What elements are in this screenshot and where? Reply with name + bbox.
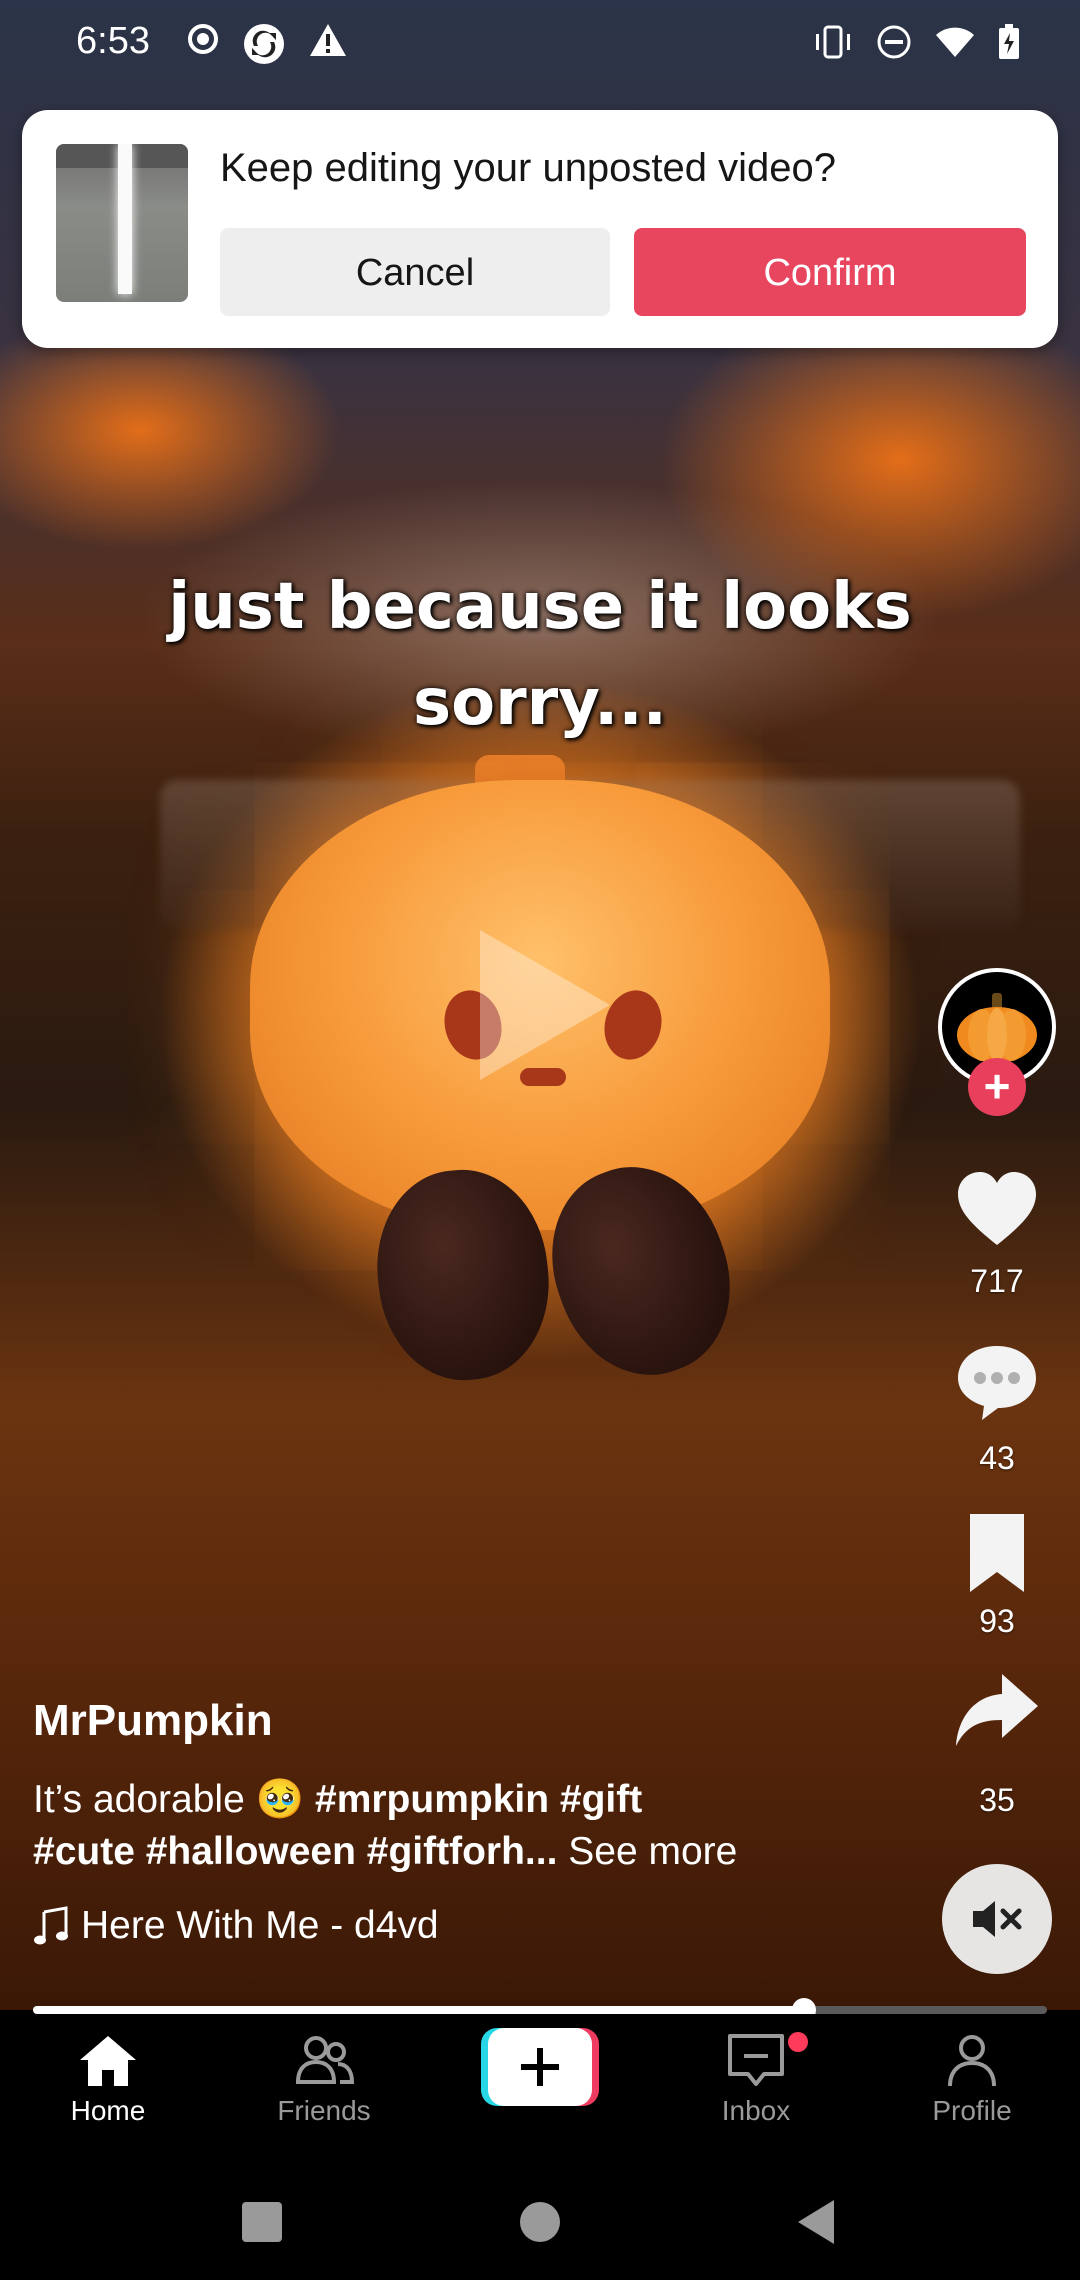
- bookmark-icon[interactable]: [952, 1508, 1042, 1598]
- record-icon: [188, 24, 218, 54]
- share-count: 35: [979, 1782, 1015, 1818]
- description-text: It’s adorable 🥹: [33, 1778, 315, 1821]
- playback-progress[interactable]: [33, 1998, 1047, 2022]
- muted-speaker-icon: [973, 1901, 1022, 1937]
- banner-title: Keep editing your unposted video?: [220, 146, 837, 190]
- see-more-link[interactable]: See more: [568, 1830, 737, 1873]
- nav-home[interactable]: Home: [18, 2032, 198, 2127]
- like-heart-icon[interactable]: [952, 1165, 1042, 1255]
- creator-username[interactable]: MrPumpkin: [33, 1696, 273, 1746]
- pumpkin-avatar-icon: [957, 993, 1037, 1063]
- follow-button[interactable]: +: [968, 1058, 1026, 1116]
- music-info[interactable]: Here With Me - d4vd: [33, 1904, 439, 1948]
- profile-icon: [948, 2035, 996, 2087]
- wifi-icon: [936, 27, 974, 57]
- hashtags-line-2[interactable]: #cute #halloween #giftforh...: [33, 1830, 557, 1873]
- home-circle-icon[interactable]: [518, 2200, 562, 2244]
- nav-inbox[interactable]: Inbox: [666, 2032, 846, 2127]
- hashtags-line-1[interactable]: #mrpumpkin #gift: [315, 1778, 642, 1821]
- post-description[interactable]: It’s adorable 🥹 #mrpumpkin #gift #cute #…: [33, 1774, 873, 1878]
- nav-inbox-label: Inbox: [721, 2095, 791, 2126]
- nav-profile[interactable]: Profile: [882, 2032, 1062, 2127]
- music-note-icon: [34, 1906, 68, 1945]
- unposted-video-banner: Keep editing your unposted video? Cancel…: [22, 110, 1058, 348]
- like-count: 717: [970, 1263, 1024, 1299]
- friends-icon: [295, 2036, 355, 2084]
- nav-profile-label: Profile: [932, 2095, 1012, 2126]
- cancel-button[interactable]: Cancel: [220, 228, 610, 316]
- home-icon: [80, 2036, 136, 2086]
- dnd-icon: [877, 25, 911, 59]
- video-caption-line-2: sorry...: [413, 666, 667, 740]
- sync-icon: [244, 24, 284, 64]
- create-plus-icon[interactable]: [481, 2028, 599, 2106]
- music-title: Here With Me - d4vd: [81, 1904, 439, 1947]
- inbox-notification-badge: [788, 2032, 808, 2052]
- nav-friends[interactable]: Friends: [234, 2032, 414, 2127]
- share-icon[interactable]: [952, 1666, 1042, 1756]
- progress-fill: [33, 2006, 804, 2014]
- save-count: 93: [979, 1603, 1015, 1639]
- confirm-button[interactable]: Confirm: [634, 228, 1026, 316]
- status-time: 6:53: [76, 20, 150, 62]
- comment-count: 43: [979, 1440, 1015, 1476]
- recents-icon[interactable]: [240, 2200, 284, 2244]
- play-icon[interactable]: [480, 930, 610, 1080]
- draft-thumbnail[interactable]: [56, 144, 188, 302]
- status-bar: 6:53: [0, 0, 1080, 86]
- nav-home-label: Home: [70, 2095, 146, 2126]
- nav-friends-label: Friends: [277, 2095, 371, 2126]
- mute-toggle-button[interactable]: [942, 1864, 1052, 1974]
- vibrate-icon: [816, 25, 850, 59]
- battery-icon: [999, 24, 1019, 59]
- comment-icon[interactable]: [952, 1336, 1042, 1426]
- video-caption-line-1: just because it looks: [168, 570, 912, 644]
- bottom-navigation: Home Friends Inbox Profile: [0, 2014, 1080, 2154]
- system-navigation-bar: [0, 2154, 1080, 2280]
- warning-icon: [310, 24, 346, 56]
- inbox-icon: [728, 2034, 784, 2086]
- back-icon[interactable]: [794, 2198, 838, 2246]
